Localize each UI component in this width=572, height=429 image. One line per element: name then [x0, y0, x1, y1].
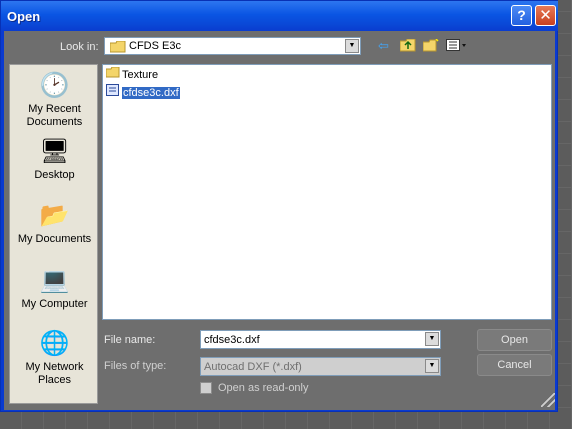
my-computer-icon: 💻: [39, 267, 70, 294]
places-item-label: My Recent Documents: [26, 103, 83, 128]
places-item-my-documents[interactable]: 📂 My Documents: [10, 201, 99, 246]
look-in-dropdown[interactable]: CFDS E3c ▼: [104, 37, 361, 55]
dxf-file-icon: [106, 84, 119, 96]
folder-icon: [106, 67, 120, 78]
title-bar[interactable]: Open ? ✕: [1, 1, 558, 31]
file-name: Texture: [122, 69, 159, 81]
my-documents-icon: 📂: [39, 202, 70, 229]
places-item-recent[interactable]: 🕑 My Recent Documents: [10, 71, 99, 129]
recent-documents-icon: 🕑: [39, 72, 70, 99]
places-item-label: My Network Places: [25, 361, 84, 386]
new-folder-icon[interactable]: [423, 39, 439, 52]
read-only-checkbox[interactable]: Open as read-only: [200, 382, 309, 395]
back-arrow-icon[interactable]: ⇦: [378, 39, 389, 52]
look-in-value: CFDS E3c: [129, 40, 181, 52]
view-menu-icon[interactable]: [446, 39, 468, 52]
file-name: cfdse3c.dxf: [122, 87, 180, 99]
file-name-value: cfdse3c.dxf: [204, 334, 260, 346]
places-bar: 🕑 My Recent Documents 🖥 Desktop 📂 My Doc…: [9, 64, 98, 404]
files-of-type-label: Files of type:: [104, 360, 167, 372]
file-name-label: File name:: [104, 334, 156, 346]
file-name-field[interactable]: cfdse3c.dxf ▼: [200, 330, 441, 349]
chevron-down-icon[interactable]: ▼: [345, 39, 359, 53]
places-item-label: My Documents: [17, 233, 92, 245]
list-item[interactable]: Texture: [106, 67, 158, 82]
resize-grip[interactable]: [541, 393, 555, 407]
places-item-desktop[interactable]: 🖥 Desktop: [10, 137, 99, 182]
list-item[interactable]: cfdse3c.dxf: [106, 84, 180, 99]
read-only-label: Open as read-only: [218, 382, 309, 394]
dialog-title: Open: [7, 9, 41, 24]
look-in-label: Look in:: [60, 41, 99, 53]
file-list[interactable]: Texture cfdse3c.dxf: [102, 64, 552, 320]
desktop-icon: 🖥: [39, 138, 70, 165]
cancel-button[interactable]: Cancel: [477, 354, 552, 376]
network-places-icon: 🌐: [39, 330, 70, 357]
chevron-down-icon[interactable]: ▼: [425, 332, 439, 346]
files-of-type-dropdown[interactable]: Autocad DXF (*.dxf) ▼: [200, 357, 441, 376]
dialog-body: Look in: CFDS E3c ▼ ⇦ 🕑 My Recent Docume…: [4, 31, 555, 410]
files-of-type-value: Autocad DXF (*.dxf): [204, 361, 302, 373]
places-item-label: Desktop: [34, 169, 75, 181]
places-item-my-computer[interactable]: 💻 My Computer: [10, 266, 99, 311]
places-item-label: My Computer: [21, 298, 88, 310]
folder-icon: [110, 41, 126, 53]
help-button[interactable]: ?: [511, 5, 532, 26]
chevron-down-icon[interactable]: ▼: [425, 359, 439, 373]
places-item-network[interactable]: 🌐 My Network Places: [10, 329, 99, 387]
checkbox-box[interactable]: [200, 382, 212, 395]
close-button[interactable]: ✕: [535, 5, 556, 26]
open-dialog: Open ? ✕ Look in: CFDS E3c ▼ ⇦ 🕑 My Rece…: [0, 0, 558, 412]
up-folder-icon[interactable]: [400, 39, 416, 52]
open-button[interactable]: Open: [477, 329, 552, 351]
